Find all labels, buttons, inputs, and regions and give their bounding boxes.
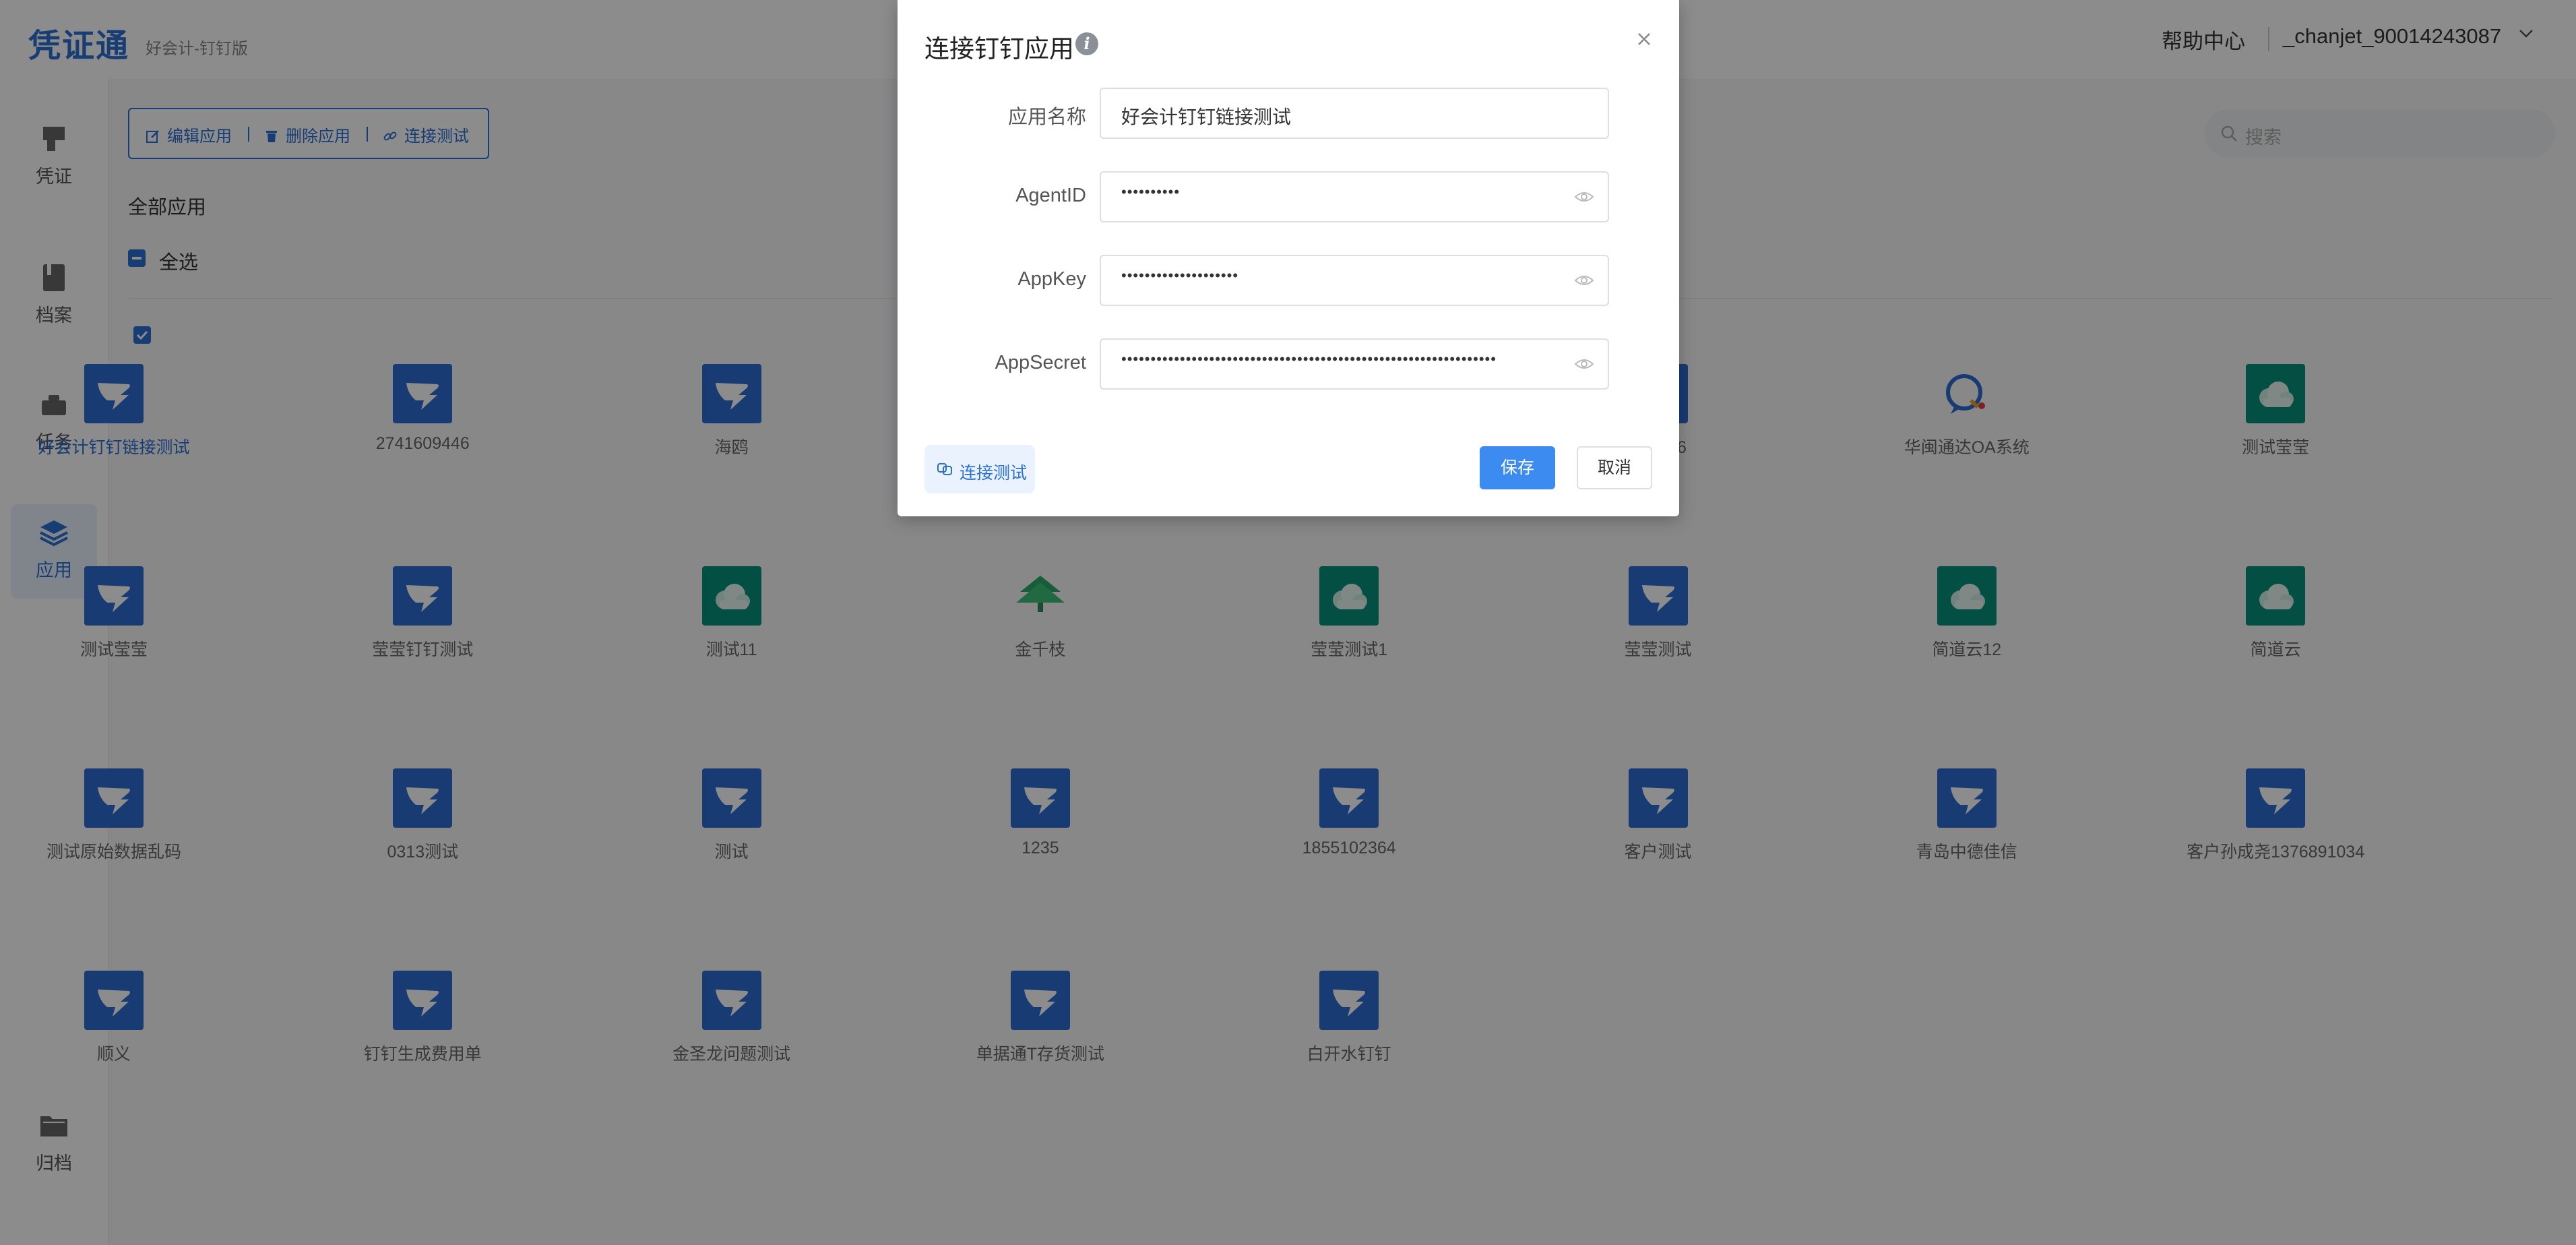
dialog-connect-test-button[interactable]: 连接测试 — [924, 445, 1035, 493]
info-icon[interactable]: i — [1075, 32, 1098, 55]
eye-icon[interactable] — [1574, 356, 1594, 372]
appkey-input[interactable]: •••••••••••••••••••• — [1100, 255, 1609, 306]
cancel-button[interactable]: 取消 — [1577, 446, 1652, 489]
dialog-title: 连接钉钉应用 — [924, 35, 1074, 63]
eye-icon[interactable] — [1574, 189, 1594, 205]
save-button[interactable]: 保存 — [1480, 446, 1555, 489]
appsecret-input[interactable]: ••••••••••••••••••••••••••••••••••••••••… — [1100, 338, 1609, 390]
app-name-input[interactable]: 好会计钉钉链接测试 — [1100, 88, 1609, 139]
agentid-label: AgentID — [1015, 185, 1086, 206]
connect-dingtalk-dialog: 连接钉钉应用 i 应用名称 好会计钉钉链接测试 AgentID ••••••••… — [898, 0, 1679, 516]
eye-icon[interactable] — [1574, 272, 1594, 289]
appsecret-value: ••••••••••••••••••••••••••••••••••••••••… — [1121, 351, 1497, 367]
appkey-value: •••••••••••••••••••• — [1121, 267, 1239, 284]
link-icon — [937, 463, 952, 475]
app-name-label: 应用名称 — [1007, 107, 1086, 128]
close-icon[interactable] — [1631, 26, 1658, 53]
app-name-value: 好会计钉钉链接测试 — [1121, 107, 1292, 127]
agentid-input[interactable]: •••••••••• — [1100, 171, 1609, 222]
appsecret-label: AppSecret — [995, 352, 1086, 373]
agentid-value: •••••••••• — [1121, 183, 1181, 200]
dialog-connect-test-label: 连接测试 — [960, 464, 1028, 483]
appkey-label: AppKey — [1017, 268, 1086, 290]
